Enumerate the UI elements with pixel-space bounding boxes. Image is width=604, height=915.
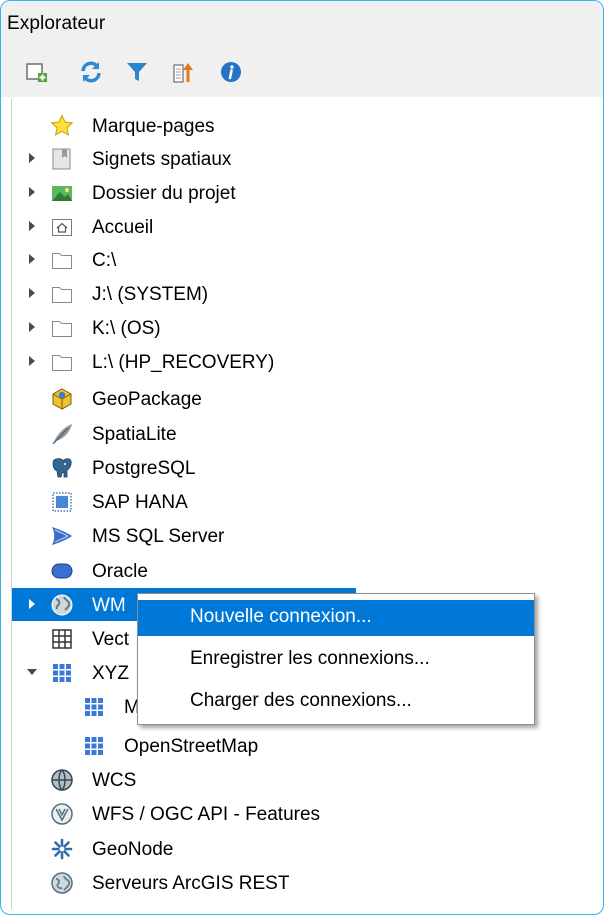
expand-arrow-icon[interactable] <box>26 286 38 300</box>
tree-item-label: L:\ (HP_RECOVERY) <box>92 352 275 373</box>
menu-item-label: Nouvelle connexion... <box>190 606 372 627</box>
tree-item-label: XYZ <box>92 663 129 684</box>
tree-item-label: GeoPackage <box>92 389 202 410</box>
folder-icon <box>50 248 74 272</box>
collapse-arrow-icon[interactable] <box>26 665 38 679</box>
filter-icon[interactable] <box>125 60 149 84</box>
tree-item-label: SpatiaLite <box>92 424 177 445</box>
tree-item-oracle[interactable]: Oracle <box>12 554 600 587</box>
tree-item-home[interactable]: Accueil <box>12 210 600 243</box>
tree-item-geonode[interactable]: GeoNode <box>12 832 600 865</box>
expand-arrow-icon[interactable] <box>26 252 38 266</box>
add-layer-icon[interactable] <box>25 60 49 84</box>
tree-item-label: C:\ <box>92 250 117 271</box>
tree-item-label: Dossier du projet <box>92 183 236 204</box>
menu-item-label: Charger des connexions... <box>190 690 412 711</box>
spatialite-feather-icon <box>50 422 74 446</box>
tree-item-label: J:\ (SYSTEM) <box>92 284 209 305</box>
tree-item-wcs[interactable]: WCS <box>12 763 600 796</box>
tree-item-spatialite[interactable]: SpatiaLite <box>12 417 600 450</box>
globe-icon <box>50 593 74 617</box>
tree-item-openstreetmap[interactable]: OpenStreetMap <box>12 729 600 762</box>
geonode-icon <box>50 837 74 861</box>
tree-item-label: Marque-pages <box>92 116 215 137</box>
tree-item-label: PostgreSQL <box>92 458 196 479</box>
expand-arrow-icon[interactable] <box>26 354 38 368</box>
tree-item-label: Serveurs ArcGIS REST <box>92 873 290 894</box>
mssql-icon <box>50 524 74 548</box>
tree-item-drive-k[interactable]: K:\ (OS) <box>12 311 600 344</box>
postgresql-elephant-icon <box>50 456 74 480</box>
tree-item-label: SAP HANA <box>92 492 188 513</box>
wcs-globe-icon <box>50 768 74 792</box>
star-icon <box>50 114 74 138</box>
xyz-grid-icon <box>82 734 106 758</box>
tree-item-mssql[interactable]: MS SQL Server <box>12 519 600 552</box>
tree-item-label: MS SQL Server <box>92 526 225 547</box>
project-folder-icon <box>50 181 74 205</box>
collapse-all-icon[interactable] <box>171 60 195 84</box>
browser-tree: Marque-pages Signets spatiaux Dossier du… <box>11 99 600 909</box>
tree-item-label: Vect <box>92 629 129 650</box>
tree-item-drive-j[interactable]: J:\ (SYSTEM) <box>12 277 600 310</box>
browser-panel: Explorateur Marque-pages Signets spatiau… <box>0 0 604 915</box>
wfs-icon <box>50 802 74 826</box>
tree-item-label: K:\ (OS) <box>92 318 161 339</box>
tree-item-label: WCS <box>92 770 137 791</box>
geopackage-icon <box>50 387 74 411</box>
expand-arrow-icon[interactable] <box>26 320 38 334</box>
menu-item-save-connections[interactable]: Enregistrer les connexions... <box>138 642 534 678</box>
browser-toolbar <box>1 45 603 97</box>
tree-item-label: Accueil <box>92 217 154 238</box>
sap-hana-icon <box>50 490 74 514</box>
panel-title: Explorateur <box>7 13 106 34</box>
tree-item-project-folder[interactable]: Dossier du projet <box>12 176 600 209</box>
tree-item-geopackage[interactable]: GeoPackage <box>12 382 600 415</box>
info-icon[interactable] <box>219 60 243 84</box>
oracle-icon <box>50 559 74 583</box>
vector-tiles-icon <box>50 627 74 651</box>
arcgis-icon <box>50 871 74 895</box>
tree-item-arcgis-rest[interactable]: Serveurs ArcGIS REST <box>12 866 600 899</box>
context-menu: Nouvelle connexion... Enregistrer les co… <box>137 593 535 725</box>
expand-arrow-icon[interactable] <box>26 185 38 199</box>
menu-item-new-connection[interactable]: Nouvelle connexion... <box>138 600 534 636</box>
home-folder-icon <box>50 215 74 239</box>
folder-icon <box>50 316 74 340</box>
tree-item-label: GeoNode <box>92 839 174 860</box>
folder-icon <box>50 350 74 374</box>
panel-titlebar: Explorateur <box>1 1 603 45</box>
refresh-icon[interactable] <box>79 60 103 84</box>
tree-item-label: WFS / OGC API - Features <box>92 804 321 825</box>
tree-item-spatial-bookmarks[interactable]: Signets spatiaux <box>12 142 600 175</box>
tree-item-sap-hana[interactable]: SAP HANA <box>12 485 600 518</box>
tree-item-wfs[interactable]: WFS / OGC API - Features <box>12 797 600 830</box>
tree-item-label: Oracle <box>92 561 148 582</box>
menu-item-label: Enregistrer les connexions... <box>190 648 430 669</box>
expand-arrow-icon[interactable] <box>26 597 38 611</box>
menu-item-load-connections[interactable]: Charger des connexions... <box>138 684 534 720</box>
xyz-grid-icon <box>82 695 106 719</box>
tree-item-label: OpenStreetMap <box>124 736 259 757</box>
tree-item-bookmarks[interactable]: Marque-pages <box>12 109 600 142</box>
folder-icon <box>50 282 74 306</box>
tree-item-drive-l[interactable]: L:\ (HP_RECOVERY) <box>12 345 600 378</box>
tree-item-label: Signets spatiaux <box>92 149 232 170</box>
xyz-grid-icon <box>50 661 74 685</box>
bookmark-icon <box>50 147 74 171</box>
tree-item-label: WM <box>92 595 126 616</box>
expand-arrow-icon[interactable] <box>26 219 38 233</box>
expand-arrow-icon[interactable] <box>26 151 38 165</box>
tree-item-drive-c[interactable]: C:\ <box>12 243 600 276</box>
tree-item-postgresql[interactable]: PostgreSQL <box>12 451 600 484</box>
